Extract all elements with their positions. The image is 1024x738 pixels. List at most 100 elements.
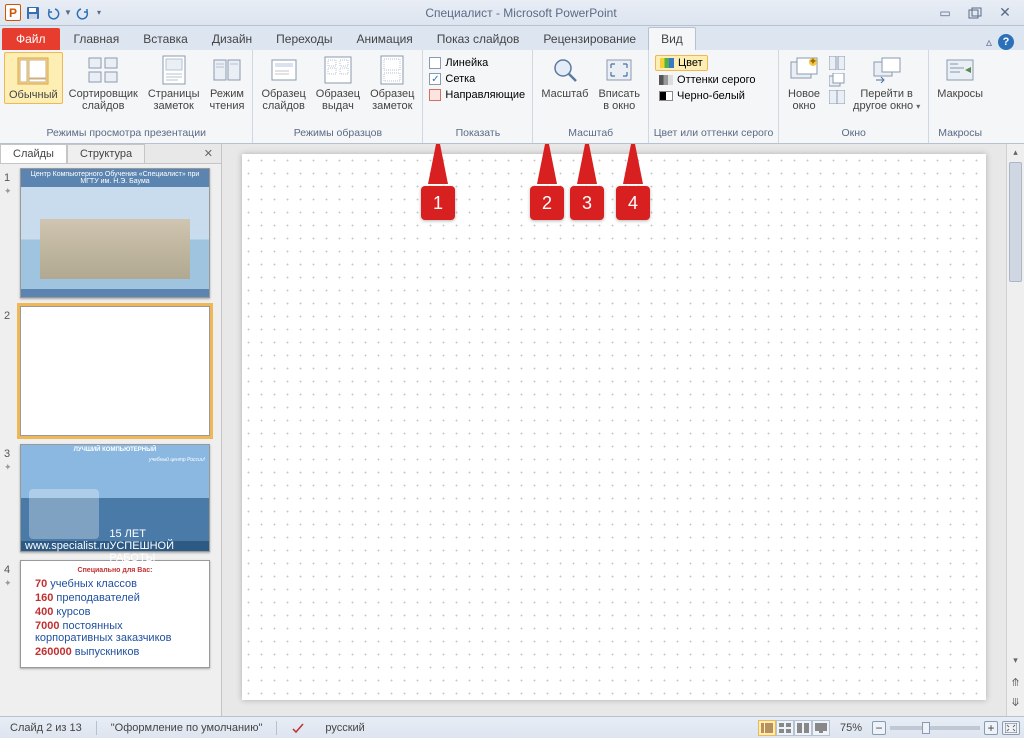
building-image: [40, 219, 190, 279]
qat-customize-icon[interactable]: ▾: [94, 4, 104, 22]
close-button[interactable]: ✕: [994, 5, 1016, 21]
minimize-ribbon-icon[interactable]: ▵: [986, 35, 992, 49]
slide-panel: Слайды Структура ✕ 1✦ Центр Компьютерног…: [0, 144, 222, 716]
quick-access-toolbar: P ▼ ▾: [0, 4, 108, 22]
language-indicator[interactable]: русский: [319, 722, 370, 734]
zoom-button[interactable]: Масштаб: [537, 52, 592, 102]
thumbnails-list[interactable]: 1✦ Центр Компьютерного Обучения «Специал…: [0, 164, 221, 716]
slide-indicator[interactable]: Слайд 2 из 13: [4, 722, 88, 734]
cascade-button[interactable]: [829, 73, 845, 87]
color-button[interactable]: Цвет: [655, 55, 708, 71]
tab-view[interactable]: Вид: [648, 27, 696, 50]
fit-to-window-button[interactable]: Вписать в окно: [594, 52, 644, 114]
new-window-button[interactable]: ✦ Новое окно: [783, 52, 825, 114]
people-image: [29, 489, 99, 539]
close-panel-button[interactable]: ✕: [196, 144, 221, 163]
reading-view-button[interactable]: Режим чтения: [206, 52, 249, 114]
window-small-buttons: [827, 52, 847, 108]
slide-thumbnail-2[interactable]: [20, 306, 210, 436]
next-slide-icon[interactable]: ⤋: [1007, 694, 1024, 710]
ribbon: Обычный Сортировщик слайдов Страницы зам…: [0, 50, 1024, 144]
scrollbar-thumb[interactable]: [1009, 162, 1022, 282]
tab-insert[interactable]: Вставка: [131, 28, 200, 50]
group-color-grayscale: Цвет Оттенки серого Черно-белый Цвет или…: [649, 50, 779, 143]
zoom-out-button[interactable]: −: [872, 721, 886, 735]
app-icon[interactable]: P: [4, 4, 22, 22]
vertical-scrollbar[interactable]: ▴ ▾ ⤊ ⤋: [1006, 144, 1024, 716]
normal-view-button[interactable]: Обычный: [4, 52, 63, 104]
tab-slideshow[interactable]: Показ слайдов: [425, 28, 532, 50]
fit-to-window-status-button[interactable]: [1002, 721, 1020, 735]
restore-button[interactable]: [964, 5, 986, 21]
file-tab[interactable]: Файл: [2, 28, 60, 50]
slide-thumbnail-1[interactable]: Центр Компьютерного Обучения «Специалист…: [20, 168, 210, 298]
zoom-slider[interactable]: [890, 726, 980, 730]
normal-view-icon: [17, 55, 49, 87]
color-swatch-icon: [660, 58, 674, 68]
gridlines-checkbox[interactable]: ✓Сетка: [429, 73, 475, 85]
normal-view-btn[interactable]: [758, 720, 776, 736]
outline-tab[interactable]: Структура: [67, 144, 145, 163]
main-area: Слайды Структура ✕ 1✦ Центр Компьютерног…: [0, 144, 1024, 716]
tab-transitions[interactable]: Переходы: [264, 28, 344, 50]
slide-sorter-button[interactable]: Сортировщик слайдов: [65, 52, 142, 114]
group-master-views: Образец слайдов Образец выдач Образец за…: [253, 50, 423, 143]
notes-master-icon: [376, 54, 408, 86]
thumbnail-row[interactable]: 1✦ Центр Компьютерного Обучения «Специал…: [4, 168, 217, 298]
ribbon-tabs: Файл Главная Вставка Дизайн Переходы Ани…: [0, 26, 1024, 50]
current-slide[interactable]: [242, 154, 986, 700]
slide-thumbnail-4[interactable]: Специально для Вас: 70 учебных классов 1…: [20, 560, 210, 668]
reading-view-btn[interactable]: [794, 720, 812, 736]
switch-windows-button[interactable]: Перейти в другое окно ▾: [849, 52, 924, 115]
thumbnail-row[interactable]: 4✦ Специально для Вас: 70 учебных классо…: [4, 560, 217, 668]
svg-text:✦: ✦: [808, 56, 817, 68]
zoom-level[interactable]: 75%: [834, 722, 868, 734]
redo-icon[interactable]: [74, 4, 92, 22]
notes-page-button[interactable]: Страницы заметок: [144, 52, 204, 114]
slides-tab[interactable]: Слайды: [0, 144, 67, 163]
scroll-down-icon[interactable]: ▾: [1007, 652, 1024, 668]
group-window: ✦ Новое окно Перейти в другое окно ▾ Окн…: [779, 50, 929, 143]
bw-button[interactable]: Черно-белый: [655, 89, 749, 103]
callout-2: 2: [527, 144, 567, 220]
zoom-in-button[interactable]: +: [984, 721, 998, 735]
zoom-handle[interactable]: [922, 722, 930, 734]
thumbnail-row[interactable]: 3✦ ЛУЧШИЙ КОМПЬЮТЕРНЫЙ учебный центр Рос…: [4, 444, 217, 552]
guides-checkbox[interactable]: Направляющие: [429, 89, 525, 101]
slide-sorter-icon: [87, 54, 119, 86]
save-icon[interactable]: [24, 4, 42, 22]
slide-number: 4✦: [4, 560, 18, 589]
window-controls: ▭ ✕: [934, 5, 1024, 21]
help-icon[interactable]: ?: [998, 34, 1014, 50]
macros-button[interactable]: Макросы: [933, 52, 987, 102]
slide-master-icon: [268, 54, 300, 86]
group-macros: Макросы Макросы: [929, 50, 991, 143]
notes-master-button[interactable]: Образец заметок: [366, 52, 418, 114]
slide-master-button[interactable]: Образец слайдов: [257, 52, 309, 114]
spell-check-icon[interactable]: [285, 721, 311, 735]
slide-number: 3✦: [4, 444, 18, 473]
qat-dropdown-icon[interactable]: ▼: [64, 4, 72, 22]
tab-animations[interactable]: Анимация: [344, 28, 424, 50]
arrange-all-button[interactable]: [829, 56, 845, 70]
tab-design[interactable]: Дизайн: [200, 28, 264, 50]
move-split-button[interactable]: [829, 90, 845, 104]
slide-thumbnail-3[interactable]: ЛУЧШИЙ КОМПЬЮТЕРНЫЙ учебный центр России…: [20, 444, 210, 552]
canvas-wrap: 1 2 3 4 ▴ ▾ ⤊ ⤋: [222, 144, 1024, 716]
tab-home[interactable]: Главная: [62, 28, 132, 50]
tab-review[interactable]: Рецензирование: [531, 28, 648, 50]
slideshow-view-btn[interactable]: [812, 720, 830, 736]
callout-1: 1: [418, 144, 458, 220]
reading-view-icon: [211, 54, 243, 86]
minimize-button[interactable]: ▭: [934, 5, 956, 21]
ruler-checkbox[interactable]: Линейка: [429, 57, 488, 69]
sorter-view-btn[interactable]: [776, 720, 794, 736]
prev-slide-icon[interactable]: ⤊: [1007, 674, 1024, 690]
slide-canvas-area[interactable]: 1 2 3 4: [222, 144, 1006, 716]
undo-icon[interactable]: [44, 4, 62, 22]
theme-indicator[interactable]: "Оформление по умолчанию": [105, 722, 269, 734]
grayscale-button[interactable]: Оттенки серого: [655, 73, 759, 87]
handout-master-button[interactable]: Образец выдач: [312, 52, 364, 114]
thumbnail-row[interactable]: 2: [4, 306, 217, 436]
scroll-up-icon[interactable]: ▴: [1007, 144, 1024, 160]
